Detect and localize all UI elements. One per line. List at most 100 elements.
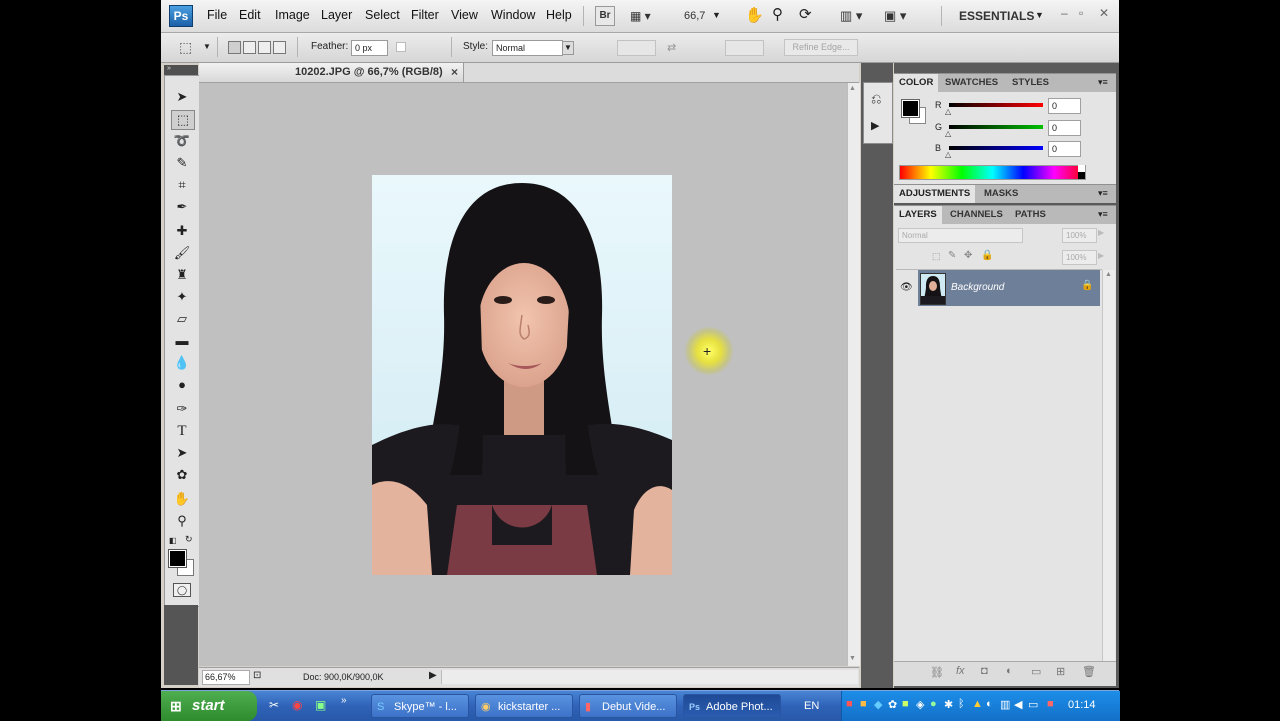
bridge-button[interactable]: Br [595, 6, 615, 26]
rectangular-marquee-tool-icon[interactable]: ⬚ [171, 110, 195, 130]
channel-b-slider[interactable] [949, 146, 1043, 150]
tray-icon[interactable]: ◐ [986, 698, 993, 710]
document-tab[interactable]: 10202.JPG @ 66,7% (RGB/8) × [199, 63, 464, 82]
intersect-selection-icon[interactable] [273, 41, 286, 54]
quick-selection-tool-icon[interactable]: ✎ [171, 154, 193, 172]
swap-colors-icon[interactable]: ↻ [185, 534, 193, 545]
actions-panel-icon[interactable]: ▶ [871, 119, 879, 132]
start-button[interactable]: ⊞ start [161, 691, 257, 721]
tab-color[interactable]: COLOR [894, 74, 939, 92]
tray-icon[interactable]: ✿ [888, 698, 897, 711]
preset-dropdown-icon[interactable]: ▼ [203, 42, 211, 51]
language-indicator[interactable]: EN [804, 700, 819, 712]
tab-layers[interactable]: LAYERS [894, 206, 942, 224]
style-select[interactable]: Normal [492, 40, 563, 56]
fill-input[interactable]: 100% [1062, 250, 1097, 265]
quicklaunch-more-icon[interactable]: » [341, 695, 347, 706]
maximize-button[interactable]: ▫ [1079, 6, 1083, 20]
close-button[interactable]: ✕ [1099, 6, 1109, 20]
arrange-documents-button[interactable]: ▥ ▾ [839, 6, 873, 26]
new-layer-icon[interactable]: ⊞ [1056, 665, 1065, 678]
status-menu-arrow-icon[interactable]: ▶ [429, 670, 437, 681]
ramp-white-swatch[interactable] [1078, 165, 1085, 172]
network-icon[interactable]: ▥ [1000, 698, 1010, 711]
zoom-field[interactable]: 66,67% [202, 670, 250, 685]
link-layers-icon[interactable]: ⛓ [930, 666, 944, 679]
panel-menu-icon[interactable]: ▾≡ [1098, 77, 1108, 88]
menu-layer[interactable]: Layer [321, 8, 352, 22]
delete-layer-icon[interactable]: 🗑 [1082, 665, 1096, 678]
lock-all-icon[interactable]: 🔒 [981, 250, 993, 261]
lock-transparency-icon[interactable]: ⬚ [932, 251, 941, 262]
slider-thumb-icon[interactable]: △ [945, 129, 951, 138]
height-input[interactable] [725, 40, 764, 56]
clock[interactable]: 01:14 [1068, 699, 1096, 711]
opacity-input[interactable]: 100% [1062, 228, 1097, 243]
path-selection-tool-icon[interactable]: ➤ [171, 444, 193, 462]
scroll-up-icon[interactable]: ▲ [849, 85, 856, 92]
foreground-color-swatch[interactable] [901, 99, 920, 118]
tab-channels[interactable]: CHANNELS [945, 206, 1008, 224]
tab-adjustments[interactable]: ADJUSTMENTS [894, 185, 976, 203]
menu-edit[interactable]: Edit [239, 8, 261, 22]
feather-input[interactable]: 0 px [351, 40, 388, 56]
layers-scrollbar[interactable]: ▲ ▼ [1102, 270, 1115, 680]
lock-position-icon[interactable]: ✥ [964, 250, 972, 261]
subtract-selection-icon[interactable] [258, 41, 271, 54]
slider-thumb-icon[interactable]: △ [945, 150, 951, 159]
add-selection-icon[interactable] [243, 41, 256, 54]
taskbar-chrome[interactable]: ◉ kickstarter ... [475, 694, 573, 718]
move-tool-icon[interactable]: ➤ [171, 88, 193, 106]
style-dropdown-icon[interactable]: ▼ [562, 41, 574, 55]
healing-brush-tool-icon[interactable]: ✚ [171, 222, 193, 240]
menu-file[interactable]: File [207, 8, 227, 22]
menu-help[interactable]: Help [546, 8, 572, 22]
toolbar-header[interactable]: » [164, 65, 198, 75]
swap-dimensions-icon[interactable]: ⇄ [667, 41, 676, 54]
quicklaunch-icon[interactable]: ▣ [315, 698, 326, 712]
fill-arrow-icon[interactable]: ▶ [1098, 251, 1104, 260]
layer-visibility-icon[interactable]: 👁 [900, 282, 913, 293]
screen-mode-button[interactable]: ▣ ▾ [883, 6, 917, 26]
eyedropper-tool-icon[interactable]: ✒ [171, 198, 193, 216]
workspace-dropdown-icon[interactable]: ▼ [1035, 10, 1044, 20]
foreground-color-swatch[interactable] [168, 549, 187, 568]
tray-icon[interactable]: ■ [902, 698, 909, 710]
history-panel-icon[interactable]: ⎌ [871, 91, 881, 107]
shape-tool-icon[interactable]: ✿ [171, 466, 193, 484]
close-tab-icon[interactable]: × [451, 63, 458, 82]
tab-styles[interactable]: STYLES [1007, 74, 1054, 92]
quicklaunch-icon[interactable]: ◉ [292, 698, 302, 712]
tray-icon[interactable]: ▲ [972, 698, 983, 710]
view-extras-button[interactable]: ▦ ▾ [629, 6, 663, 26]
taskbar-skype[interactable]: S Skype™ - l... [371, 694, 469, 718]
photo-canvas[interactable] [372, 175, 672, 575]
minimize-button[interactable]: – [1061, 6, 1068, 20]
marquee-preset-icon[interactable]: ⬚ [179, 39, 192, 56]
bluetooth-icon[interactable]: ᛒ [958, 698, 965, 710]
opacity-arrow-icon[interactable]: ▶ [1098, 228, 1104, 237]
menu-image[interactable]: Image [275, 8, 310, 22]
tray-icon[interactable]: ■ [860, 698, 867, 710]
channel-r-slider[interactable] [949, 103, 1043, 107]
menu-filter[interactable]: Filter [411, 8, 439, 22]
tab-paths[interactable]: PATHS [1010, 206, 1051, 224]
history-brush-tool-icon[interactable]: ✦ [171, 288, 193, 306]
refine-edge-button[interactable]: Refine Edge... [784, 39, 858, 56]
brush-tool-icon[interactable]: 🖌 [171, 244, 193, 262]
channel-r-value[interactable]: 0 [1048, 98, 1081, 114]
layer-name[interactable]: Background [951, 282, 1004, 293]
taskbar-debut[interactable]: ▮ Debut Vide... [579, 694, 677, 718]
new-selection-icon[interactable] [228, 41, 241, 54]
crop-tool-icon[interactable]: ⌗ [171, 176, 193, 194]
gradient-tool-icon[interactable]: ▬ [171, 332, 193, 350]
blend-mode-select[interactable]: Normal [898, 228, 1023, 243]
zoom-dropdown-icon[interactable]: ▼ [712, 10, 721, 20]
hand-tool-icon[interactable]: ✋ [171, 490, 193, 508]
taskbar-photoshop[interactable]: Ps Adobe Phot... [683, 694, 781, 718]
clone-stamp-tool-icon[interactable]: ♜ [171, 266, 193, 284]
pen-tool-icon[interactable]: ✑ [171, 400, 193, 418]
slider-thumb-icon[interactable]: △ [945, 107, 951, 116]
tray-icon[interactable]: ▭ [1028, 698, 1038, 711]
layer-style-icon[interactable]: fx [956, 665, 965, 677]
